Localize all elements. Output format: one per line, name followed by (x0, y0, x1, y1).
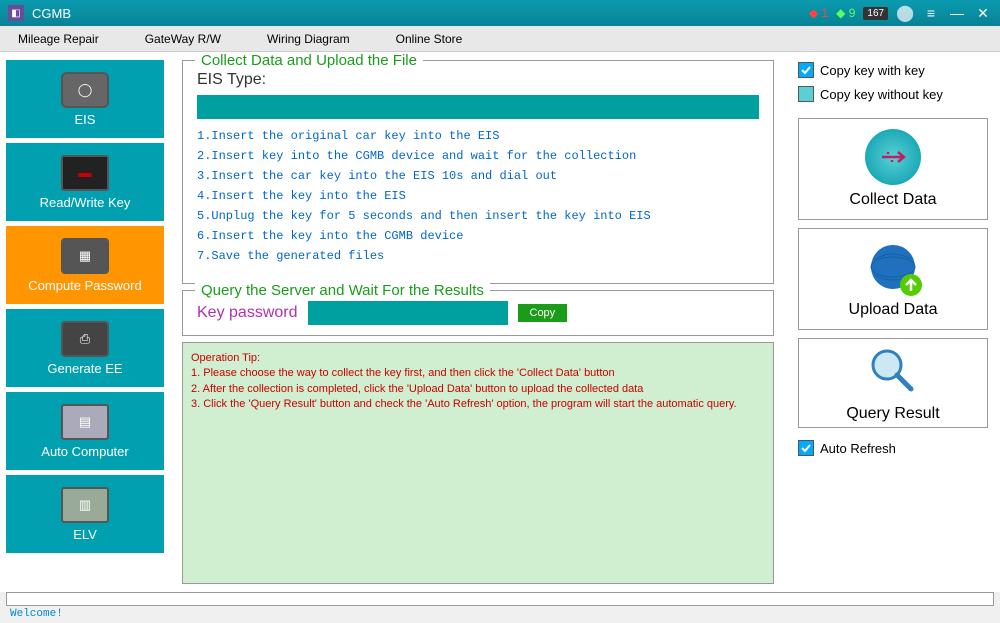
elv-icon: ▥ (61, 487, 109, 523)
sidebar-label: Compute Password (28, 278, 141, 293)
operation-tip-box: Operation Tip: 1. Please choose the way … (182, 342, 774, 584)
compute-icon: ▦ (61, 238, 109, 274)
step-3: 3.Insert the car key into the EIS 10s an… (197, 169, 759, 183)
copy-button[interactable]: Copy (518, 304, 568, 322)
minimize-button[interactable]: — (948, 4, 966, 22)
welcome-text: Welcome! (0, 606, 1000, 622)
copy-with-label: Copy key with key (820, 63, 925, 78)
gem-red-icon: ◆ 1 (809, 6, 828, 20)
eis-type-label: EIS Type: (197, 71, 759, 89)
key-password-label: Key password (197, 304, 298, 322)
gem-green-count: 9 (849, 6, 856, 20)
menu-mileage-repair[interactable]: Mileage Repair (10, 28, 107, 50)
globe-icon[interactable]: ⬤ (896, 3, 914, 23)
gem-red-count: 1 (821, 6, 828, 20)
menu-gateway-rw[interactable]: GateWay R/W (137, 28, 229, 50)
collect-fieldset: Collect Data and Upload the File EIS Typ… (182, 60, 774, 284)
main-area: ◯ EIS ▬ Read/Write Key ▦ Compute Passwor… (0, 52, 1000, 592)
step-6: 6.Insert the key into the CGMB device (197, 229, 759, 243)
menu-icon[interactable]: ≡ (922, 4, 940, 22)
collect-data-label: Collect Data (849, 191, 936, 209)
sidebar-auto-computer[interactable]: ▤ Auto Computer (6, 392, 164, 470)
upload-data-button[interactable]: Upload Data (798, 228, 988, 330)
copy-with-key-option[interactable]: Copy key with key (798, 62, 988, 78)
query-result-button[interactable]: Query Result (798, 338, 988, 428)
step-5: 5.Unplug the key for 5 seconds and then … (197, 209, 759, 223)
collect-data-button[interactable]: Collect Data (798, 118, 988, 220)
counter-badge: 167 (863, 7, 888, 20)
magnifier-icon (865, 343, 921, 399)
app-title: CGMB (32, 6, 809, 21)
step-7: 7.Save the generated files (197, 249, 759, 263)
usb-icon (865, 129, 921, 185)
sidebar-generate-ee[interactable]: ⎙ Generate EE (6, 309, 164, 387)
key-icon: ▬ (61, 155, 109, 191)
tip-1: 1. Please choose the way to collect the … (191, 366, 765, 381)
upload-data-label: Upload Data (849, 301, 938, 319)
step-2: 2.Insert key into the CGMB device and wa… (197, 149, 759, 163)
status-bar (6, 592, 994, 606)
sidebar-label: EIS (75, 112, 96, 127)
sidebar-label: ELV (73, 527, 97, 542)
auto-refresh-label: Auto Refresh (820, 441, 896, 456)
query-result-label: Query Result (846, 405, 939, 423)
sidebar-label: Generate EE (47, 361, 122, 376)
close-button[interactable]: ✕ (974, 4, 992, 22)
center-panel: Collect Data and Upload the File EIS Typ… (170, 52, 786, 592)
checkbox-checked-icon[interactable] (798, 440, 814, 456)
tip-3: 3. Click the 'Query Result' button and c… (191, 397, 765, 412)
titlebar: ◧ CGMB ◆ 1 ◆ 9 167 ⬤ ≡ — ✕ (0, 0, 1000, 26)
auto-refresh-option[interactable]: Auto Refresh (798, 440, 988, 456)
right-panel: Copy key with key Copy key without key C… (786, 52, 1000, 592)
query-legend: Query the Server and Wait For the Result… (195, 282, 490, 299)
eis-icon: ◯ (61, 72, 109, 108)
query-fieldset: Query the Server and Wait For the Result… (182, 290, 774, 336)
copy-without-label: Copy key without key (820, 87, 943, 102)
sidebar: ◯ EIS ▬ Read/Write Key ▦ Compute Passwor… (0, 52, 170, 592)
app-icon: ◧ (8, 5, 24, 21)
globe-upload-icon (865, 239, 921, 295)
sidebar-elv[interactable]: ▥ ELV (6, 475, 164, 553)
eis-type-field[interactable] (197, 95, 759, 119)
step-4: 4.Insert the key into the EIS (197, 189, 759, 203)
collect-legend: Collect Data and Upload the File (195, 52, 423, 69)
menubar: Mileage Repair GateWay R/W Wiring Diagra… (0, 26, 1000, 52)
step-1: 1.Insert the original car key into the E… (197, 129, 759, 143)
sidebar-label: Read/Write Key (40, 195, 131, 210)
gem-green-icon: ◆ 9 (836, 6, 855, 20)
tip-2: 2. After the collection is completed, cl… (191, 382, 765, 397)
sidebar-label: Auto Computer (41, 444, 128, 459)
menu-wiring-diagram[interactable]: Wiring Diagram (259, 28, 358, 50)
copy-without-key-option[interactable]: Copy key without key (798, 86, 988, 102)
sidebar-eis[interactable]: ◯ EIS (6, 60, 164, 138)
checkbox-checked-icon[interactable] (798, 62, 814, 78)
menu-online-store[interactable]: Online Store (388, 28, 471, 50)
key-password-input[interactable] (308, 301, 508, 325)
tip-header: Operation Tip: (191, 351, 765, 366)
checkbox-unchecked-icon[interactable] (798, 86, 814, 102)
printer-icon: ⎙ (61, 321, 109, 357)
sidebar-compute-password[interactable]: ▦ Compute Password (6, 226, 164, 304)
ecu-icon: ▤ (61, 404, 109, 440)
sidebar-read-write-key[interactable]: ▬ Read/Write Key (6, 143, 164, 221)
